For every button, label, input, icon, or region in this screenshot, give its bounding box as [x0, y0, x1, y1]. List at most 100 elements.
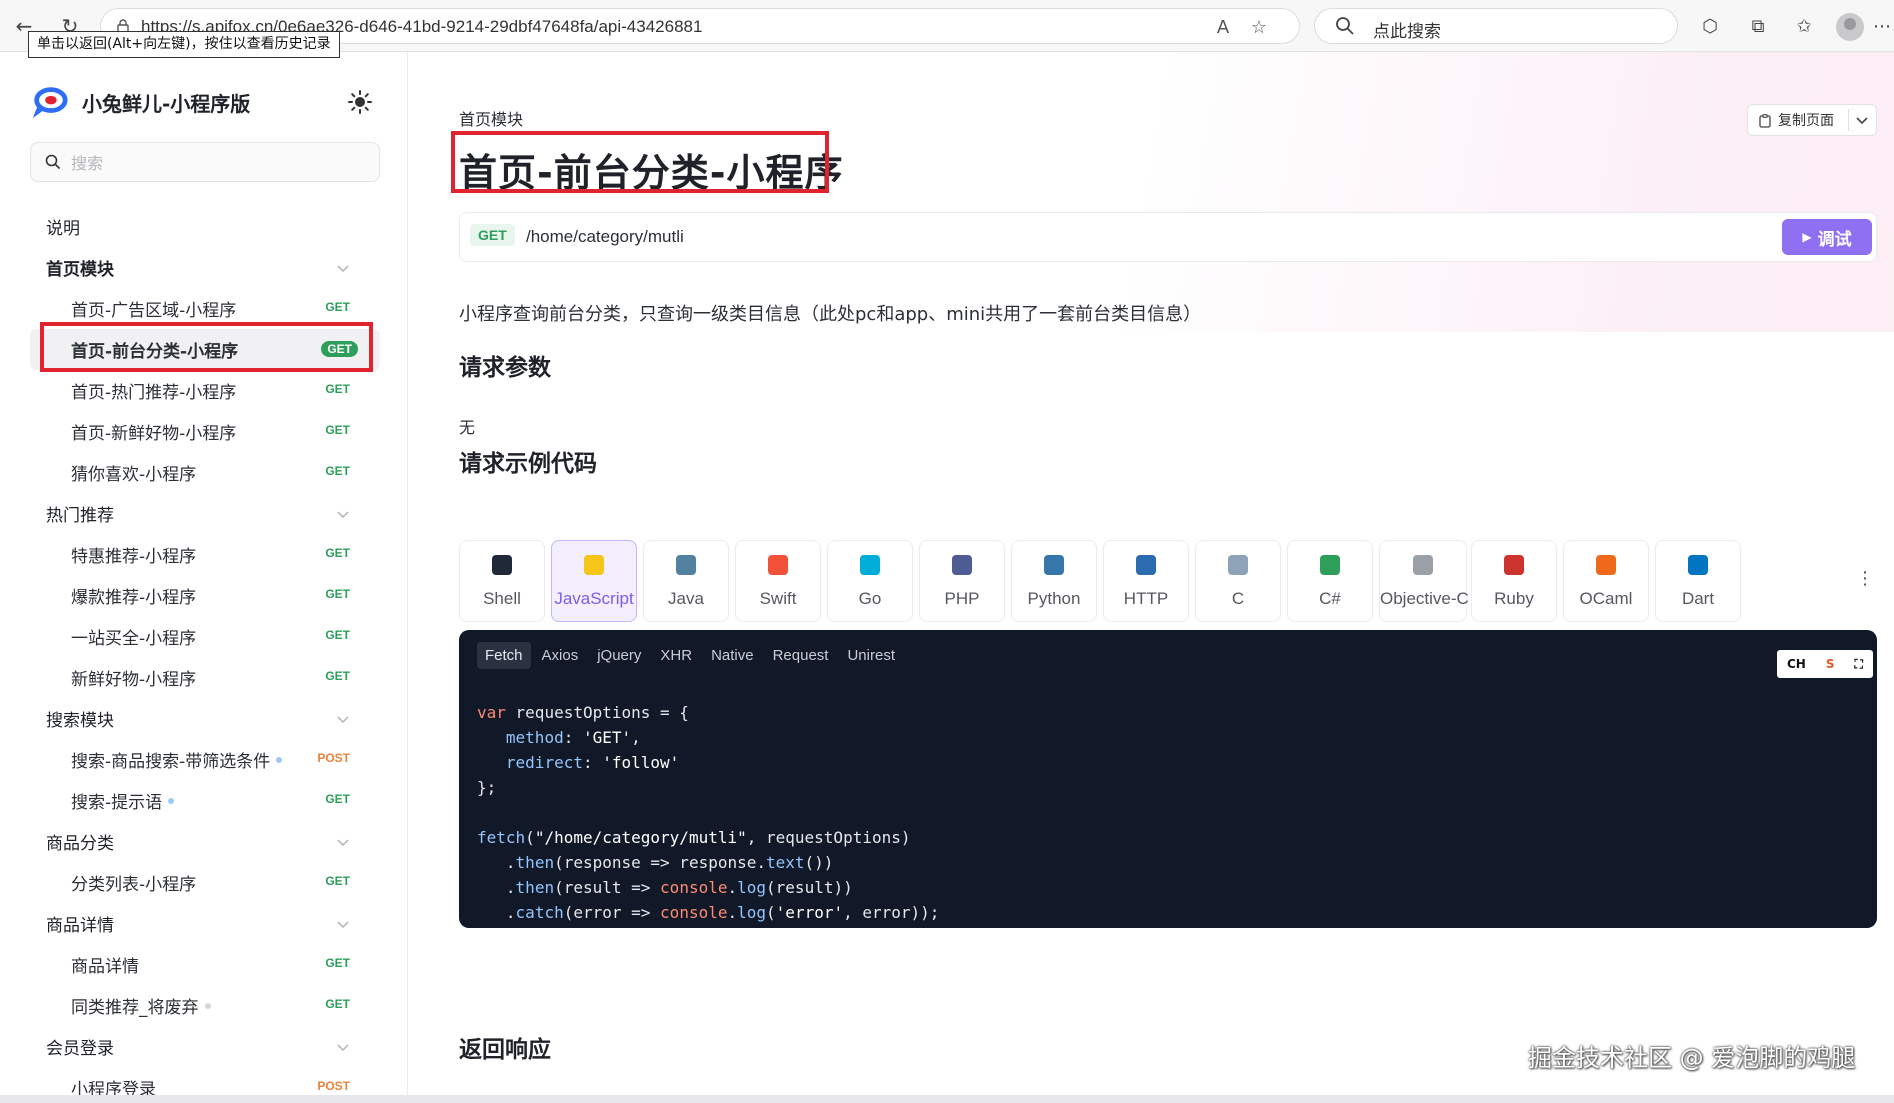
more-menu-icon[interactable]: ⋯: [1868, 12, 1894, 40]
more-languages-icon[interactable]: ⋮: [1856, 568, 1874, 589]
language-tab[interactable]: Ruby: [1471, 540, 1557, 622]
sidebar-item[interactable]: 一站买全-小程序 GET: [30, 616, 380, 657]
method-badge: GET: [325, 300, 350, 314]
sidebar-search-input[interactable]: [71, 151, 361, 175]
language-tab[interactable]: C#: [1287, 540, 1373, 622]
code-token: .: [505, 878, 516, 897]
chevron-down-icon[interactable]: [336, 1040, 350, 1054]
language-label: JavaScript: [554, 589, 634, 608]
swift-icon: [768, 555, 788, 575]
code-library-tab[interactable]: Native: [703, 642, 762, 669]
favorites-icon[interactable]: ✩: [1790, 12, 1818, 40]
language-tab[interactable]: PHP: [919, 540, 1005, 622]
code-token: (response => response.: [554, 853, 766, 872]
params-heading: 请求参数: [459, 355, 551, 381]
favorite-star-icon[interactable]: ☆: [1247, 15, 1271, 39]
language-tab[interactable]: OCaml: [1563, 540, 1649, 622]
code-token: , requestOptions): [746, 828, 911, 847]
code-library-tab[interactable]: Fetch: [477, 642, 531, 669]
sidebar-folder[interactable]: 首页模块: [30, 247, 380, 288]
code-library-tab[interactable]: jQuery: [589, 642, 649, 669]
search-icon: [45, 154, 61, 170]
code-toolbar[interactable]: CH S ⛶: [1777, 650, 1873, 678]
copy-page-label: 复制页面: [1778, 113, 1834, 129]
chevron-down-icon[interactable]: [336, 712, 350, 726]
browser-search-box[interactable]: 点此搜索: [1314, 8, 1678, 44]
breadcrumb[interactable]: 首页模块: [459, 106, 523, 130]
language-label: Ruby: [1494, 589, 1534, 608]
method-badge: GET: [325, 464, 350, 478]
title-highlight-box: [451, 131, 829, 193]
ocaml-icon: [1596, 555, 1616, 575]
dart-icon: [1688, 555, 1708, 575]
go-icon: [860, 555, 880, 575]
debug-button[interactable]: ▶ 调试: [1782, 219, 1872, 255]
copy-page-button[interactable]: 复制页面: [1747, 104, 1877, 136]
sidebar-item-label: 商品详情: [71, 957, 139, 977]
sidebar-item[interactable]: 同类推荐_将废弃 GET: [30, 985, 380, 1026]
language-tab[interactable]: Python: [1011, 540, 1097, 622]
sidebar-item[interactable]: 分类列表-小程序 GET: [30, 862, 380, 903]
language-tab[interactable]: Java: [643, 540, 729, 622]
code-library-tab[interactable]: Unirest: [839, 642, 903, 669]
profile-avatar[interactable]: [1836, 13, 1864, 41]
language-tab[interactable]: Go: [827, 540, 913, 622]
method-badge: GET: [325, 423, 350, 437]
sidebar-folder[interactable]: 商品分类: [30, 821, 380, 862]
http-icon: [1136, 555, 1156, 575]
code-library-tab[interactable]: Axios: [534, 642, 587, 669]
language-tab[interactable]: Swift: [735, 540, 821, 622]
extensions-icon[interactable]: ⬡: [1696, 12, 1724, 40]
language-tab[interactable]: Shell: [459, 540, 545, 622]
chevron-down-icon[interactable]: [336, 917, 350, 931]
chevron-down-icon[interactable]: [1856, 116, 1868, 126]
sidebar-folder[interactable]: 热门推荐: [30, 493, 380, 534]
sidebar-item[interactable]: 搜索-商品搜索-带筛选条件 POST: [30, 739, 380, 780]
sidebar-item[interactable]: 搜索-提示语 GET: [30, 780, 380, 821]
terminal-icon: [492, 555, 512, 575]
sidebar-folder[interactable]: 会员登录: [30, 1026, 380, 1067]
ruby-icon: [1504, 555, 1524, 575]
read-aloud-icon[interactable]: A: [1211, 15, 1235, 39]
sidebar-item-label: 搜索模块: [46, 711, 114, 731]
sidebar-item[interactable]: 新鲜好物-小程序 GET: [30, 657, 380, 698]
language-tab[interactable]: JavaScript: [551, 540, 637, 622]
language-tab[interactable]: C: [1195, 540, 1281, 622]
chevron-down-icon[interactable]: [336, 835, 350, 849]
expand-icon[interactable]: ⛶: [1855, 657, 1863, 672]
code-token: catch: [515, 903, 564, 922]
sidebar-item[interactable]: 特惠推荐-小程序 GET: [30, 534, 380, 575]
code-token: :: [563, 728, 583, 747]
chevron-down-icon[interactable]: [336, 507, 350, 521]
code-token: console: [660, 878, 728, 897]
method-badge: GET: [325, 382, 350, 396]
code-token: .: [505, 903, 516, 922]
language-tab[interactable]: HTTP: [1103, 540, 1189, 622]
theme-toggle-icon[interactable]: [346, 88, 374, 116]
sidebar-item-label: 特惠推荐-小程序: [71, 547, 197, 567]
sidebar-item[interactable]: 猜你喜欢-小程序 GET: [30, 452, 380, 493]
sidebar-search[interactable]: [30, 142, 380, 182]
split-screen-icon[interactable]: ⧉: [1744, 12, 1772, 40]
code-library-tab[interactable]: XHR: [652, 642, 700, 669]
code-block[interactable]: var requestOptions = { method: 'GET', re…: [477, 700, 939, 925]
language-label: Shell: [483, 589, 521, 608]
code-token: ()): [804, 853, 834, 872]
language-tab[interactable]: Objective-C: [1379, 540, 1469, 622]
sidebar-item[interactable]: 商品详情 GET: [30, 944, 380, 985]
sidebar-item[interactable]: 首页-新鲜好物-小程序 GET: [30, 411, 380, 452]
code-token: .: [505, 853, 516, 872]
endpoint-path[interactable]: /home/category/mutli: [526, 227, 684, 247]
code-library-tab[interactable]: Request: [765, 642, 837, 669]
chevron-down-icon[interactable]: [336, 261, 350, 275]
sidebar-folder[interactable]: 说明: [30, 206, 380, 247]
code-token: , error));: [843, 903, 940, 922]
language-tab[interactable]: Dart: [1655, 540, 1741, 622]
sidebar-folder[interactable]: 搜索模块: [30, 698, 380, 739]
sidebar-folder[interactable]: 商品详情: [30, 903, 380, 944]
sidebar-item[interactable]: 首页-热门推荐-小程序 GET: [30, 370, 380, 411]
code-token: ,: [631, 728, 641, 747]
window-bottom-edge: [0, 1095, 1894, 1103]
sidebar-item[interactable]: 爆款推荐-小程序 GET: [30, 575, 380, 616]
brand[interactable]: 小兔鲜儿-小程序版: [30, 82, 250, 122]
